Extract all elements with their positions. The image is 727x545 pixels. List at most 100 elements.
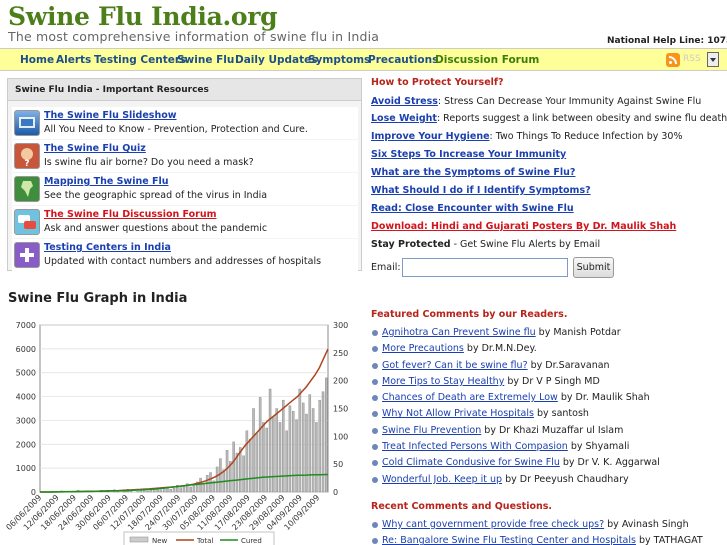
- immunity-steps-link[interactable]: Six Steps To Increase Your Immunity: [371, 149, 566, 160]
- new-cases-bar: [252, 408, 255, 493]
- slideshow-icon[interactable]: [14, 110, 40, 136]
- quiz-icon[interactable]: ?: [14, 143, 40, 169]
- resource-desc: Is swine flu air borne? Do you need a ma…: [44, 157, 254, 168]
- new-cases-bar: [275, 408, 278, 493]
- comment-link[interactable]: Got fever? Can it be swine flu?: [382, 360, 528, 371]
- protect-line: Avoid Stress: Stress Can Decrease Your I…: [371, 96, 701, 107]
- new-cases-bar: [272, 416, 275, 493]
- nav-testing-centers[interactable]: Testing Centers: [94, 54, 186, 66]
- avoid-stress-link[interactable]: Avoid Stress: [371, 96, 438, 107]
- resource-item: ? The Swine Flu Quiz Is swine flu air bo…: [12, 140, 358, 172]
- lose-weight-link[interactable]: Lose Weight: [371, 113, 437, 124]
- new-cases-bar: [298, 388, 302, 493]
- national-helpline: National Help Line: 1075: [607, 36, 727, 46]
- list-item: Treat Infected Persons With Compasion by…: [372, 441, 660, 457]
- featured-comments-list: Agnihotra Can Prevent Swine flu by Manis…: [372, 327, 660, 490]
- y-left-tick-label: 2000: [16, 440, 36, 449]
- list-item: Chances of Death are Extremely Low by Dr…: [372, 392, 660, 408]
- featured-heading: Featured Comments by our Readers.: [371, 309, 568, 320]
- india-map-icon[interactable]: [14, 176, 40, 202]
- new-cases-bar: [169, 489, 173, 493]
- comment-link[interactable]: More Tips to Stay Healthy: [382, 376, 504, 387]
- nav-daily-updates[interactable]: Daily Updates: [235, 54, 318, 66]
- bullet-icon: [372, 522, 378, 528]
- new-cases-bar: [215, 466, 219, 493]
- bullet-icon: [372, 411, 378, 418]
- list-item: Re: Bangalore Swine Flu Testing Center a…: [372, 535, 703, 545]
- new-cases-bar: [182, 486, 186, 493]
- site-title[interactable]: Swine Flu India.org: [8, 2, 278, 31]
- new-cases-bar: [311, 408, 315, 493]
- comment-link[interactable]: Why Not Allow Private Hospitals: [382, 408, 534, 419]
- comment-author: by Manish Potdar: [535, 327, 621, 338]
- protect-line: What Should I do if I Identify Symptoms?: [371, 185, 591, 196]
- y-right-tick-label: 300: [333, 321, 348, 330]
- comment-link[interactable]: Swine Flu Prevention: [382, 425, 481, 436]
- identify-symptoms-link[interactable]: What Should I do if I Identify Symptoms?: [371, 185, 591, 196]
- recent-comments-list: Why cant government provide free check u…: [372, 519, 703, 545]
- rss-icon[interactable]: [666, 53, 680, 67]
- symptoms-link[interactable]: What are the Symptoms of Swine Flu?: [371, 167, 575, 178]
- new-cases-bar: [192, 485, 196, 493]
- comment-link[interactable]: Treat Infected Persons With Compasion: [382, 441, 568, 452]
- hospital-icon[interactable]: [14, 242, 40, 268]
- resources-header: Swine Flu India - Important Resources: [8, 79, 361, 101]
- submit-button[interactable]: Submit: [573, 257, 614, 278]
- comment-link[interactable]: Agnihotra Can Prevent Swine flu: [382, 327, 536, 338]
- protect-line: Six Steps To Increase Your Immunity: [371, 149, 566, 160]
- resource-link-testing-centers[interactable]: Testing Centers in India: [44, 242, 171, 253]
- new-cases-bar: [285, 430, 288, 493]
- list-item: Why Not Allow Private Hospitals by santo…: [372, 408, 660, 424]
- legend-label: New: [152, 537, 168, 545]
- nav-alerts[interactable]: Alerts: [56, 54, 91, 66]
- chevron-down-icon[interactable]: [707, 52, 719, 67]
- resource-link-slideshow[interactable]: The Swine Flu Slideshow: [44, 110, 177, 121]
- y-left-tick-label: 3000: [16, 416, 36, 425]
- improve-hygiene-link[interactable]: Improve Your Hygiene: [371, 131, 490, 142]
- y-left-tick-label: 7000: [16, 321, 36, 330]
- nav-discussion-forum[interactable]: Discussion Forum: [435, 54, 539, 66]
- bullet-icon: [372, 395, 378, 402]
- comment-link[interactable]: More Precautions: [382, 343, 464, 354]
- download-posters-link[interactable]: Download: Hindi and Gujarati Posters By …: [371, 221, 676, 232]
- comment-author: by Dr Peeyush Chaudhary: [502, 473, 629, 485]
- nav-symptoms[interactable]: Symptoms: [308, 54, 370, 66]
- plot-area: [39, 324, 329, 493]
- rss-label[interactable]: RSS: [683, 54, 701, 64]
- comment-author: by Dr V P Singh MD: [504, 375, 600, 387]
- nav-precautions[interactable]: Precautions: [368, 54, 438, 66]
- recent-heading: Recent Comments and Questions.: [371, 501, 553, 512]
- comment-link[interactable]: Why cant government provide free check u…: [382, 519, 604, 530]
- new-cases-bar: [189, 486, 192, 493]
- new-cases-bar: [146, 490, 149, 493]
- stay-protected-text: - Get Swine Flu Alerts by Email: [450, 239, 601, 250]
- nav-swine-flu[interactable]: Swine Flu: [177, 54, 234, 66]
- stay-protected-label: Stay Protected: [371, 239, 451, 250]
- nav-home[interactable]: Home: [20, 54, 54, 66]
- comment-author: by Dr.Saravanan: [527, 359, 610, 371]
- comment-link[interactable]: Chances of Death are Extremely Low: [382, 392, 558, 403]
- protect-text: : Reports suggest a link between obesity…: [436, 113, 727, 124]
- y-left-tick-label: 4000: [16, 393, 36, 402]
- bullet-icon: [372, 427, 378, 434]
- new-cases-bar: [242, 455, 245, 493]
- new-cases-bar: [219, 458, 222, 493]
- resource-link-mapping[interactable]: Mapping The Swine Flu: [44, 176, 168, 187]
- comment-author: by Dr.M.N.Dey.: [463, 343, 537, 355]
- email-input[interactable]: [402, 258, 568, 277]
- new-cases-bar: [179, 487, 182, 493]
- comment-link[interactable]: Wonderful Job. Keep it up: [382, 474, 502, 485]
- bullet-icon: [372, 362, 378, 369]
- resource-desc: All You Need to Know - Prevention, Prote…: [44, 124, 308, 135]
- list-item: Cold Climate Condusive for Swine Flu by …: [372, 457, 660, 473]
- new-cases-bar: [278, 422, 282, 493]
- bullet-icon: [372, 378, 378, 385]
- resource-link-forum[interactable]: The Swine Flu Discussion Forum: [44, 209, 217, 220]
- comment-link[interactable]: Re: Bangalore Swine Flu Testing Center a…: [382, 535, 636, 545]
- bullet-icon: [372, 538, 378, 545]
- resource-link-quiz[interactable]: The Swine Flu Quiz: [44, 143, 146, 154]
- close-encounter-link[interactable]: Read: Close Encounter with Swine Flu: [371, 203, 574, 214]
- protect-line: Lose Weight: Reports suggest a link betw…: [371, 113, 727, 124]
- comment-link[interactable]: Cold Climate Condusive for Swine Flu: [382, 457, 560, 468]
- forum-icon[interactable]: [14, 209, 40, 235]
